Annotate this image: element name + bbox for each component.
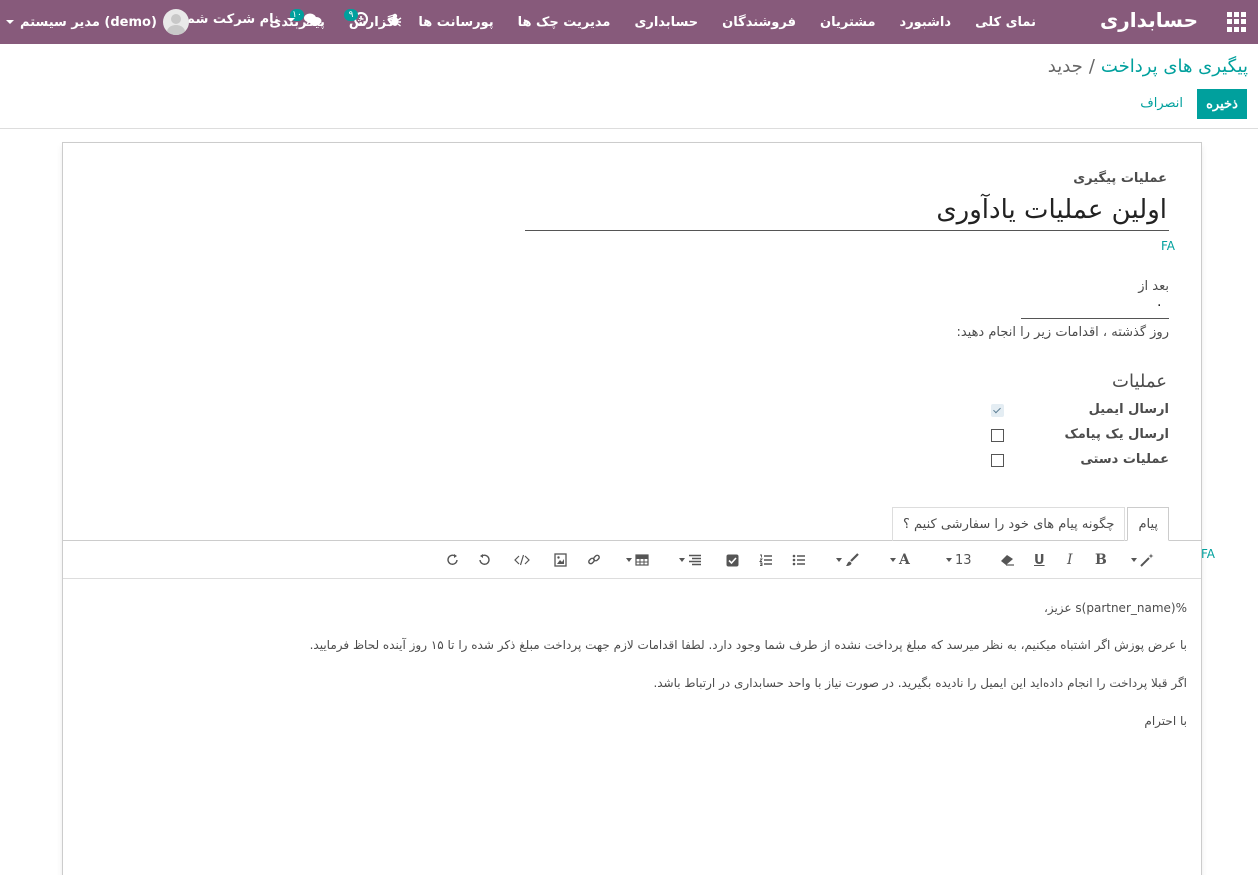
message-line-greeting: %(partner_name)s عزیز، [1043, 601, 1187, 615]
menu-item-overview[interactable]: نمای کلی [963, 15, 1048, 30]
name-input[interactable]: اولین عملیات یادآوری [525, 189, 1169, 231]
send-sms-checkbox[interactable] [991, 429, 1004, 442]
user-name: مدیر سیستم (demo) [20, 14, 157, 30]
menu-item-customers[interactable]: مشتریان [808, 15, 888, 30]
debug-bug-icon[interactable] [388, 12, 402, 32]
actions-section-title: عملیات [1112, 371, 1167, 392]
send-email-checkbox[interactable] [991, 404, 1004, 417]
control-panel-divider [0, 128, 1258, 129]
translate-lang-button[interactable]: FA [1161, 239, 1175, 253]
menu-item-commissions[interactable]: پورسانت ها [406, 15, 505, 30]
insert-image-icon[interactable] [554, 552, 567, 568]
remove-format-eraser-icon[interactable] [1000, 552, 1015, 568]
delay-days-value: ۰ [1155, 297, 1163, 313]
tab-customize-help[interactable]: چگونه پیام های خود را سفارشی کنیم ؟ [891, 507, 1126, 541]
ordered-list-icon[interactable] [759, 552, 773, 568]
breadcrumb-current: جدید [1047, 56, 1083, 77]
tab-message[interactable]: پیام [1127, 507, 1169, 541]
message-line-body-1: با عرض پوزش اگر اشتباه میکنیم، به نظر می… [309, 638, 1187, 652]
underline-button[interactable]: U [1034, 552, 1045, 568]
code-view-icon[interactable] [514, 552, 530, 568]
bullet-list-icon[interactable] [792, 552, 806, 568]
breadcrumb-separator: / [1088, 56, 1095, 77]
days-help-text: روز گذشته ، اقدامات زیر را انجام دهید: [956, 325, 1169, 340]
insert-link-icon[interactable] [587, 552, 601, 568]
followup-action-label: عملیات پیگیری [1073, 171, 1167, 186]
apps-menu-icon[interactable] [1226, 12, 1246, 32]
table-icon [635, 554, 649, 566]
redo-icon[interactable] [446, 552, 460, 568]
user-menu[interactable]: مدیر سیستم (demo) [6, 6, 189, 38]
message-line-regards: با احترام [1144, 714, 1187, 728]
company-switcher[interactable]: نام شرکت شما [182, 12, 295, 27]
undo-icon[interactable] [477, 552, 491, 568]
top-navbar: حسابداری نمای کلی داشبورد مشتریان فروشند… [0, 0, 1258, 44]
activity-count-badge: ۹ [344, 9, 358, 21]
font-size-dropdown[interactable]: 13 [946, 552, 972, 568]
italic-button[interactable]: I [1067, 552, 1073, 568]
menu-item-dashboard[interactable]: داشبورد [888, 15, 964, 30]
main-menu: نمای کلی داشبورد مشتریان فروشندگان حسابد… [257, 0, 1048, 44]
breadcrumb: پیگیری های پرداخت /جدید [1048, 56, 1248, 77]
name-value: اولین عملیات یادآوری [936, 195, 1167, 225]
menu-item-cheques[interactable]: مدیریت چک ها [506, 15, 623, 30]
font-color-letter: A [899, 552, 910, 568]
checklist-icon[interactable] [726, 552, 739, 568]
font-color-dropdown[interactable]: A [890, 552, 910, 568]
table-dropdown[interactable] [626, 552, 649, 568]
action-row-manual: عملیات دستی [929, 451, 1169, 471]
company-caret-icon [286, 17, 295, 22]
manual-action-checkbox[interactable] [991, 454, 1004, 467]
menu-item-accounting[interactable]: حسابداری [622, 15, 710, 30]
italic-letter: I [1067, 552, 1073, 568]
form-sheet: عملیات پیگیری اولین عملیات یادآوری FA بع… [62, 142, 1202, 875]
send-email-label: ارسال ایمیل [1088, 402, 1169, 417]
paint-brush-icon [846, 553, 859, 566]
editor-translate-lang-button[interactable]: FA [1201, 547, 1218, 561]
action-row-send-sms: ارسال یک پیامک [929, 426, 1169, 446]
message-line-body-2: اگر قبلا پرداخت را انجام داده‌اید این ای… [653, 676, 1187, 690]
user-avatar [162, 9, 189, 35]
user-caret-icon [6, 20, 14, 24]
underline-letter: U [1034, 552, 1045, 568]
breadcrumb-parent[interactable]: پیگیری های پرداخت [1101, 56, 1248, 77]
notebook-tabs: پیام چگونه پیام های خود را سفارشی کنیم ؟ [891, 507, 1169, 541]
paragraph-align-dropdown[interactable] [679, 552, 702, 568]
editor-toolbar: A 13 U I B [63, 541, 1201, 579]
action-row-send-email: ارسال ایمیل [929, 401, 1169, 421]
bold-letter: B [1095, 552, 1107, 568]
style-dropdown[interactable] [1131, 552, 1154, 568]
delay-days-input[interactable]: ۰ [1021, 295, 1169, 319]
after-label: بعد از [1138, 279, 1169, 294]
discard-button[interactable]: انصراف [1140, 96, 1183, 111]
magic-wand-icon [1140, 553, 1154, 567]
manual-action-label: عملیات دستی [1080, 452, 1169, 467]
align-icon [689, 554, 701, 566]
company-name: نام شرکت شما [182, 12, 279, 27]
bold-button[interactable]: B [1095, 552, 1107, 568]
save-button[interactable]: ذخیره [1197, 89, 1247, 119]
highlight-color-dropdown[interactable] [836, 552, 859, 568]
font-size-value: 13 [955, 552, 972, 568]
app-brand: حسابداری [1099, 8, 1198, 32]
send-sms-label: ارسال یک پیامک [1064, 427, 1169, 442]
menu-item-vendors[interactable]: فروشندگان [710, 15, 808, 30]
